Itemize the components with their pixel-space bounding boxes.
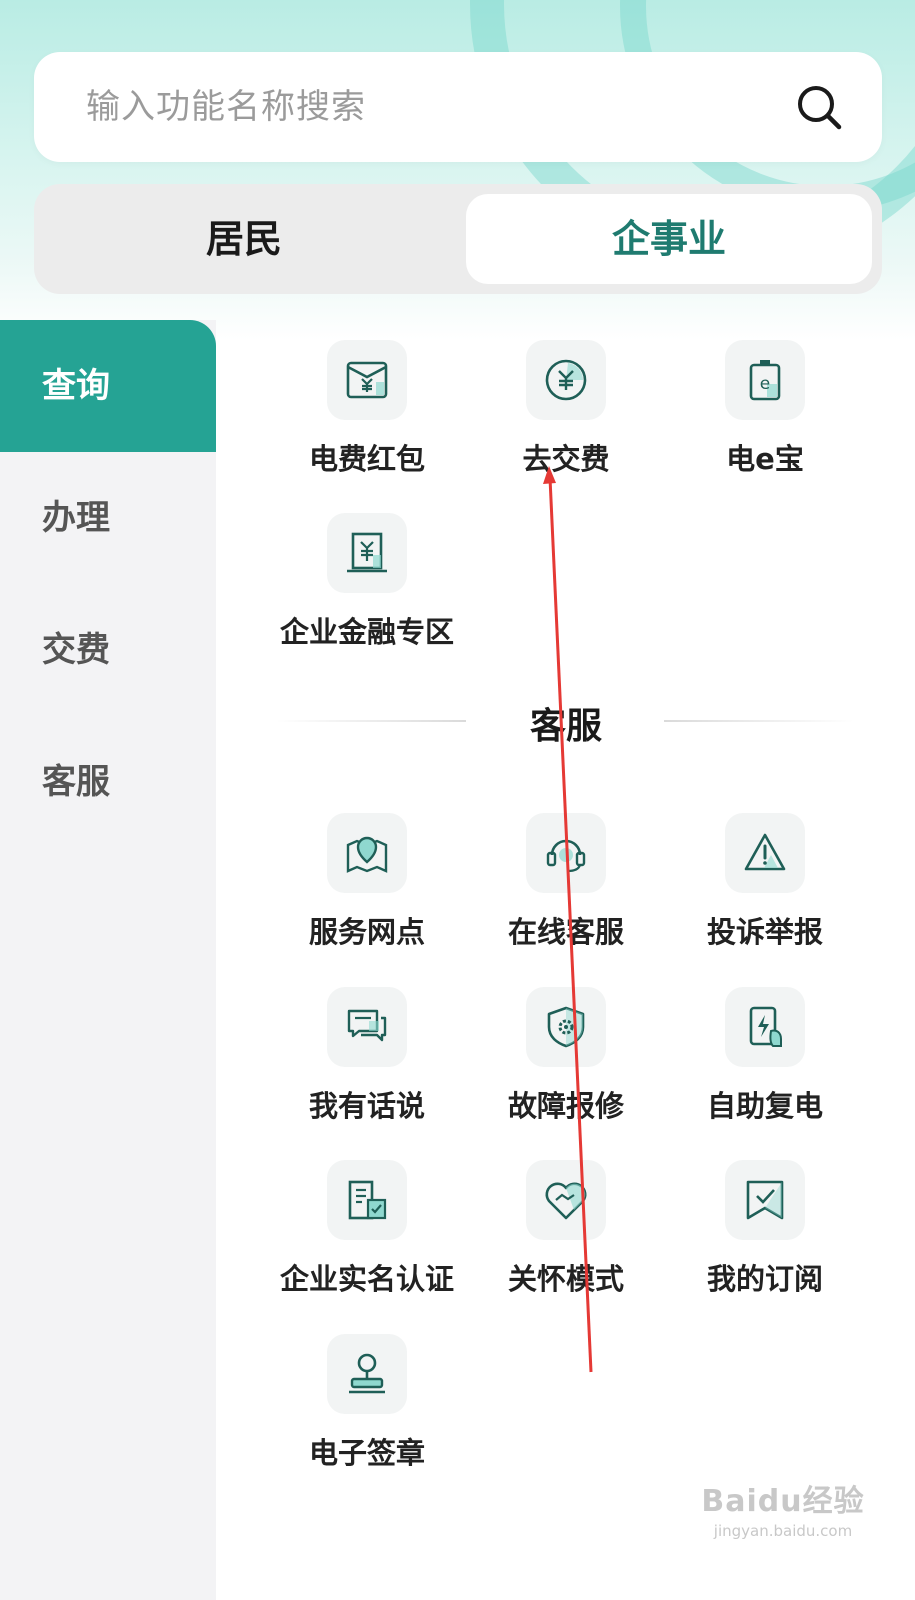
tab-enterprise[interactable]: 企事业 [466,194,872,284]
sidebar-item-query[interactable]: 查询 [0,320,216,452]
building-check-icon [348,1180,387,1220]
tab-residents[interactable]: 居民 [44,194,444,284]
sidebar-item-handle[interactable]: 办理 [0,452,216,584]
section-divider-right [664,720,854,722]
chat-bubbles-icon [347,1009,387,1042]
sidebar-item-payment[interactable]: 交费 [0,584,216,716]
feature-online-service[interactable]: 在线客服 [466,813,666,963]
phone-power-icon [749,1006,782,1047]
heart-handshake-icon [545,1182,587,1220]
shield-gear-icon [547,1006,585,1048]
feature-complaint[interactable]: 投诉举报 [665,813,865,963]
sidebar-item-service[interactable]: 客服 [0,716,216,848]
feature-e-seal[interactable]: 电子签章 [267,1334,467,1484]
watermark-logo: Baidu经验 [701,1484,865,1519]
battery-e-icon: e [749,360,781,401]
feature-feedback[interactable]: 我有话说 [267,987,467,1137]
user-type-switch: 居民 企事业 [34,184,882,294]
finance-building-icon [347,532,387,573]
feature-fault-repair[interactable]: 故障报修 [466,987,666,1137]
feature-label: 企业金融专区 [279,615,454,649]
bookmark-check-icon [746,1180,784,1220]
feature-care-mode[interactable]: 关怀模式 [466,1160,666,1310]
stamp-icon [349,1353,385,1394]
feature-label: 自助复电 [706,1089,823,1123]
feature-go-pay[interactable]: 去交费 [466,340,666,490]
feature-my-subscription[interactable]: 我的订阅 [665,1160,865,1310]
feature-label: 我的订阅 [706,1262,823,1296]
category-sidebar: 查询 办理 交费 客服 [0,320,216,1600]
feature-e-bao[interactable]: e 电e宝 [665,340,865,490]
feature-self-restore-power[interactable]: 自助复电 [665,987,865,1137]
feature-enterprise-verification[interactable]: 企业实名认证 [267,1160,467,1310]
feature-label: 投诉举报 [706,915,823,949]
feature-label: 电子签章 [308,1436,425,1470]
warning-triangle-icon [744,833,786,871]
section-divider-left [276,720,466,722]
yuan-coin-icon [545,359,587,401]
svg-text:e: e [760,374,770,394]
watermark: Baidu经验 jingyan.baidu.com [688,1476,878,1556]
feature-bill-red-packet[interactable]: 电费红包 [267,340,467,490]
watermark-url: jingyan.baidu.com [713,1522,853,1540]
map-pin-icon [346,836,388,873]
search-placeholder: 输入功能名称搜索 [86,87,366,127]
bill-envelope-icon [346,361,388,399]
search-icon[interactable] [794,82,844,132]
headset-icon [546,839,586,873]
search-bar[interactable]: 输入功能名称搜索 [34,52,882,162]
feature-label: 电e宝 [726,442,804,476]
feature-enterprise-finance[interactable]: 企业金融专区 [267,513,467,663]
section-title: 客服 [529,706,602,747]
feature-service-outlets[interactable]: 服务网点 [267,813,467,963]
